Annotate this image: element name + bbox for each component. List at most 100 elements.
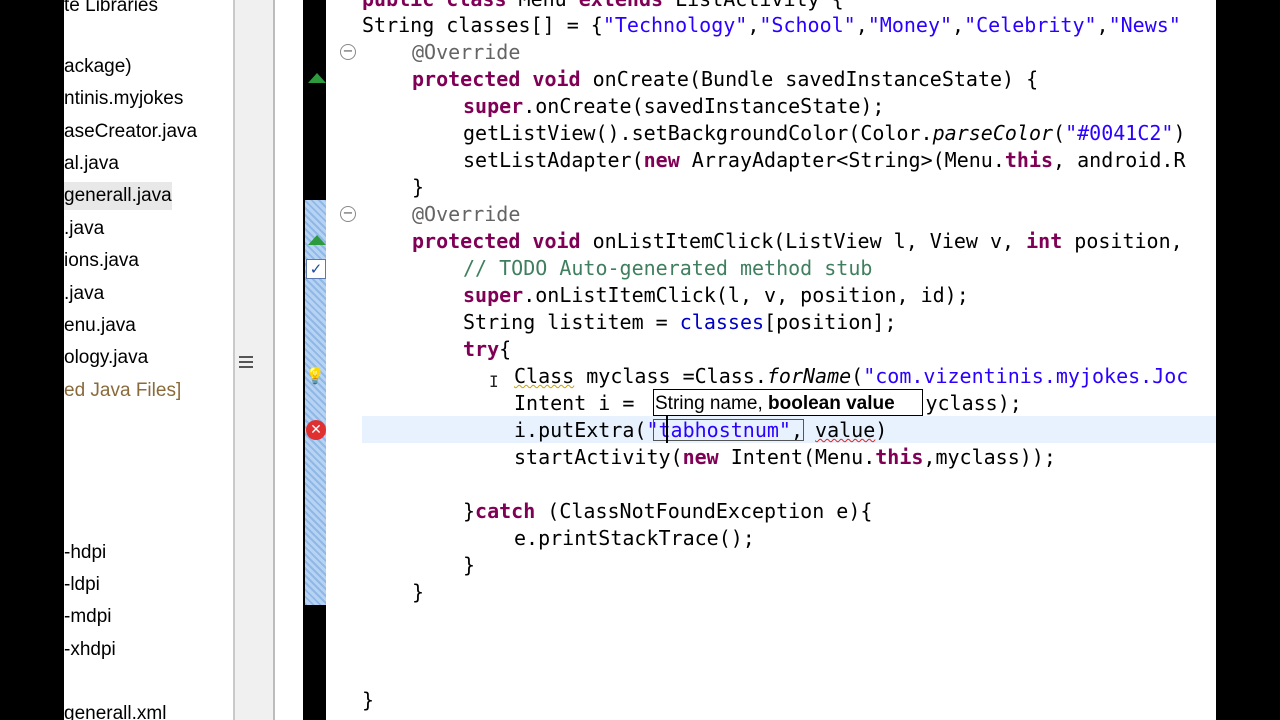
code-text: .onListItemClick(l, v, position, id); bbox=[523, 283, 969, 307]
explorer-item[interactable]: -xhdpi bbox=[64, 636, 116, 664]
annotation: @Override bbox=[412, 40, 521, 64]
string-literal: "School" bbox=[759, 13, 856, 37]
code-line: String listitem = classes[position]; bbox=[463, 309, 897, 336]
keyword: new bbox=[682, 445, 719, 469]
code-line: } bbox=[412, 175, 425, 199]
code-text: Intent(Menu. bbox=[718, 445, 876, 469]
fold-collapse-icon[interactable]: − bbox=[340, 44, 356, 60]
explorer-item[interactable]: generall.java bbox=[64, 182, 172, 210]
code-line: super.onCreate(savedInstanceState); bbox=[463, 93, 884, 120]
keyword: super bbox=[463, 283, 524, 307]
keyword: int bbox=[1026, 229, 1063, 253]
keyword: protected bbox=[412, 229, 521, 253]
explorer-item[interactable]: al.java bbox=[64, 150, 119, 178]
linked-argument-box[interactable] bbox=[653, 419, 804, 441]
override-marker-icon[interactable] bbox=[308, 73, 326, 83]
keyword: try bbox=[463, 337, 500, 361]
code-text: setListAdapter( bbox=[463, 148, 644, 172]
tooltip-active-param: boolean value bbox=[768, 393, 895, 414]
package-explorer: te Libraries ackage) ntinis.myjokes aseCrea… bbox=[64, 0, 234, 720]
code-text: onCreate(Bundle savedInstanceState) { bbox=[580, 67, 1039, 91]
explorer-item[interactable]: .java bbox=[64, 280, 104, 308]
code-line: }catch (ClassNotFoundException e){ bbox=[463, 498, 872, 525]
code-line: protected void onListItemClick(ListView … bbox=[412, 228, 1183, 255]
folding-ruler: − − bbox=[326, 0, 362, 720]
text-caret bbox=[666, 416, 668, 443]
keyword: this bbox=[1004, 148, 1054, 172]
tooltip-param: String name, bbox=[655, 393, 768, 414]
code-line: Class myclass =Class.forName("com.vizent… bbox=[514, 363, 1188, 390]
code-text: , android.R bbox=[1053, 148, 1186, 172]
string-literal: "#0041C2" bbox=[1065, 121, 1174, 145]
code-comment: // TODO Auto-generated method stub bbox=[463, 256, 873, 280]
static-method: forName bbox=[766, 364, 852, 388]
explorer-item[interactable]: -ldpi bbox=[64, 571, 100, 599]
code-text: ) bbox=[875, 418, 888, 442]
override-marker-icon[interactable] bbox=[308, 235, 326, 245]
code-text: String listitem = bbox=[463, 310, 680, 334]
explorer-item[interactable]: te Libraries bbox=[64, 0, 158, 20]
code-text: { bbox=[499, 337, 512, 361]
explorer-item[interactable]: .java bbox=[64, 215, 104, 243]
code-line: getListView().setBackgroundColor(Color.p… bbox=[463, 120, 1186, 147]
warning-text: Class bbox=[514, 364, 575, 388]
explorer-item[interactable]: ackage) bbox=[64, 53, 132, 81]
keyword: this bbox=[875, 445, 924, 469]
static-method: parseColor bbox=[932, 121, 1054, 145]
keyword: catch bbox=[475, 499, 536, 523]
string-literal: "Money" bbox=[867, 13, 953, 37]
task-marker-icon[interactable]: ✓ bbox=[306, 259, 326, 279]
explorer-item[interactable]: ed Java Files] bbox=[64, 377, 181, 405]
explorer-item[interactable]: -hdpi bbox=[64, 539, 106, 567]
explorer-item[interactable]: ions.java bbox=[64, 247, 139, 275]
field-reference: classes bbox=[679, 310, 765, 334]
explorer-item[interactable]: aseCreator.java bbox=[64, 118, 197, 146]
editor-frame bbox=[259, 0, 273, 720]
code-line: protected void onCreate(Bundle savedInst… bbox=[412, 66, 1038, 93]
code-text: .onCreate(savedInstanceState); bbox=[523, 94, 885, 118]
code-text: Intent i = bbox=[514, 391, 647, 415]
code-line: } bbox=[463, 553, 476, 577]
explorer-item[interactable]: ology.java bbox=[64, 344, 148, 372]
code-text: } bbox=[463, 499, 476, 523]
code-text: ArrayAdapter<String>(Menu. bbox=[679, 148, 1005, 172]
code-text: ,myclass)); bbox=[923, 445, 1056, 469]
parameter-hint-tooltip: String name, boolean value bbox=[653, 389, 923, 416]
keyword: super bbox=[463, 94, 524, 118]
error-marker-icon[interactable]: ✕ bbox=[306, 420, 326, 440]
vertical-ruler[interactable] bbox=[275, 0, 303, 720]
keyword: void bbox=[532, 67, 581, 91]
code-text: startActivity( bbox=[514, 445, 683, 469]
right-black-border bbox=[1216, 0, 1280, 720]
explorer-item[interactable]: ntinis.myjokes bbox=[64, 85, 183, 113]
quickfix-warning-icon[interactable]: 💡 bbox=[305, 366, 325, 386]
code-text: [position]; bbox=[764, 310, 897, 334]
code-text: (ClassNotFoundException e){ bbox=[535, 499, 873, 523]
string-literal: "com.vizentinis.myjokes.Joc bbox=[863, 364, 1189, 388]
code-text: ( bbox=[1053, 121, 1066, 145]
code-text: position, bbox=[1062, 229, 1183, 253]
string-literal: "News" bbox=[1108, 13, 1181, 37]
code-line: super.onListItemClick(l, v, position, id… bbox=[463, 282, 969, 309]
sash-grip-icon[interactable] bbox=[239, 356, 253, 370]
code-text: String classes[] = { bbox=[362, 13, 603, 37]
code-line: } bbox=[412, 580, 425, 604]
code-text: i.putExtra( bbox=[514, 418, 647, 442]
explorer-item[interactable]: -mdpi bbox=[64, 603, 112, 631]
left-black-border bbox=[0, 0, 64, 720]
string-literal: "Celebrity" bbox=[964, 13, 1097, 37]
error-text: value bbox=[815, 418, 876, 442]
annotation: @Override bbox=[412, 202, 521, 226]
explorer-item[interactable]: generall.xml bbox=[64, 700, 166, 720]
code-text: myclass =Class. bbox=[574, 364, 767, 388]
fold-collapse-icon[interactable]: − bbox=[340, 206, 356, 222]
code-text: onListItemClick(ListView l, View v, bbox=[580, 229, 1027, 253]
ibeam-cursor-icon: I bbox=[489, 372, 499, 391]
code-editor[interactable]: public class Menu extends ListActivity {… bbox=[362, 0, 1216, 720]
code-line: try{ bbox=[463, 336, 511, 363]
keyword: void bbox=[532, 229, 581, 253]
code-line: setListAdapter(new ArrayAdapter<String>(… bbox=[463, 147, 1185, 174]
code-line: } bbox=[362, 688, 375, 712]
explorer-item[interactable]: enu.java bbox=[64, 312, 136, 340]
code-line: startActivity(new Intent(Menu.this,mycla… bbox=[514, 444, 1056, 471]
